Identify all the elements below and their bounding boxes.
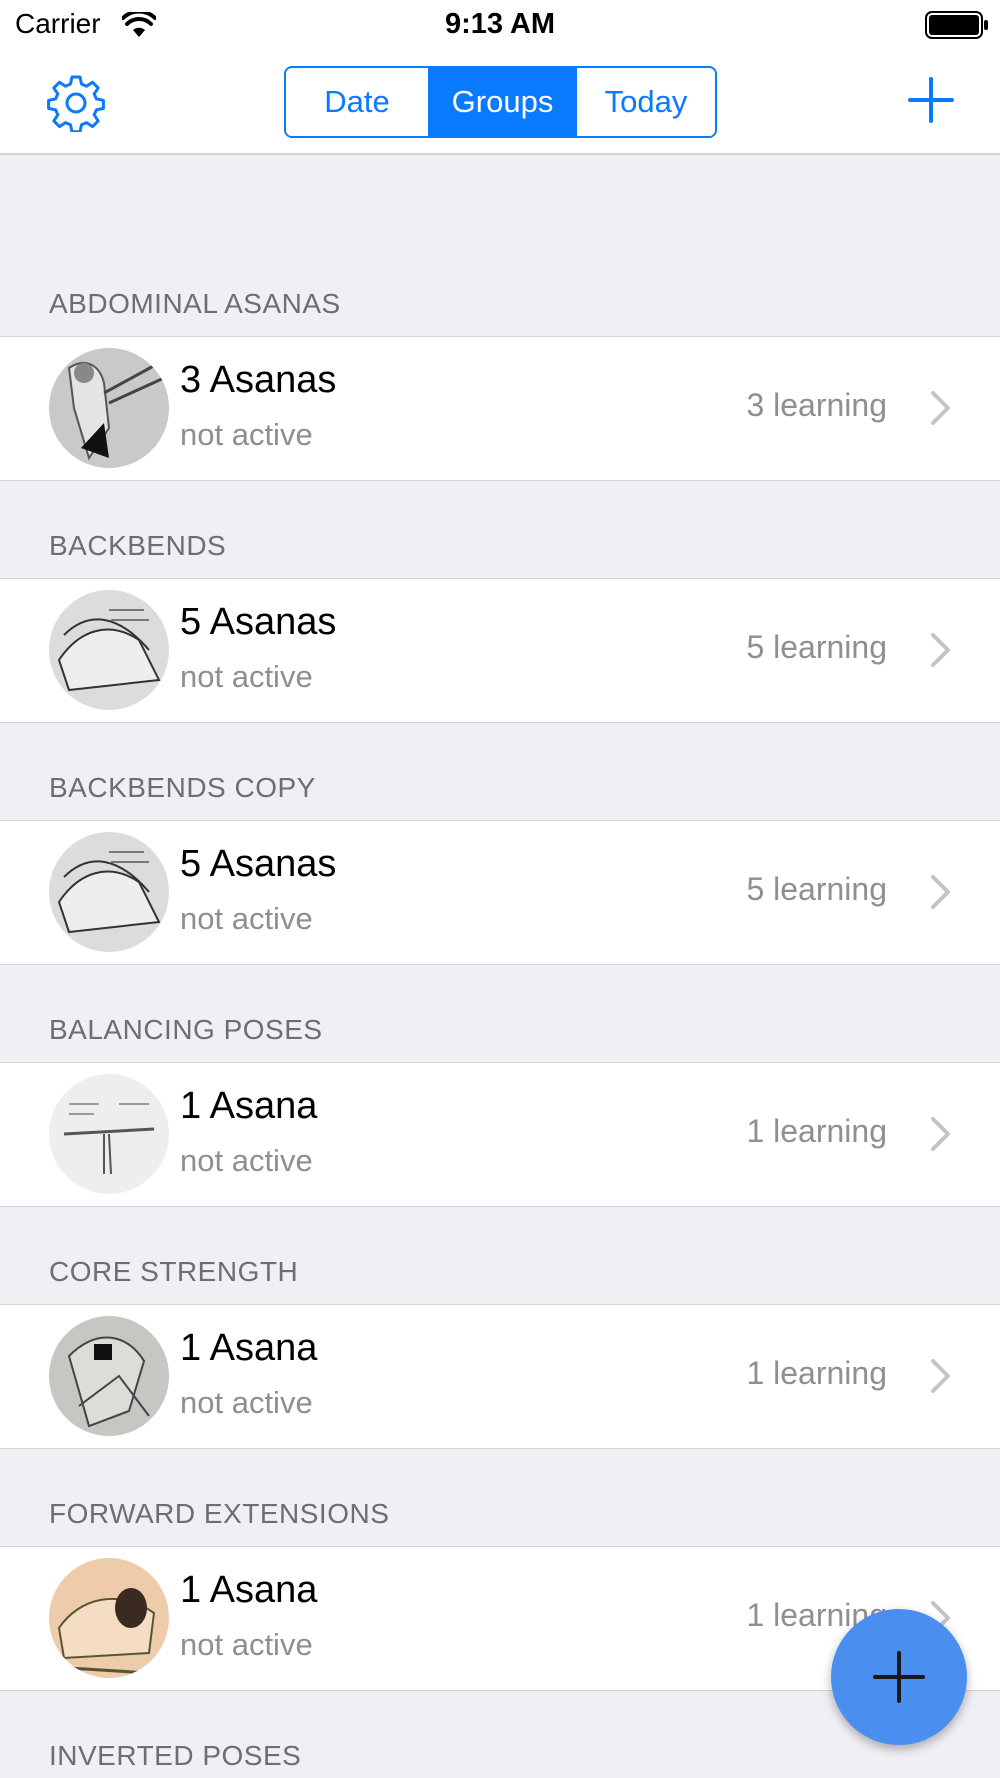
section-title: INVERTED POSES — [49, 1740, 302, 1771]
group-status: not active — [180, 1385, 313, 1420]
group-thumbnail — [49, 1558, 169, 1678]
group-title: 5 Asanas — [180, 843, 337, 885]
section-title: ABDOMINAL ASANAS — [49, 288, 341, 319]
chevron-right-icon — [931, 391, 950, 425]
segment-date[interactable]: Date — [286, 68, 428, 136]
gear-icon[interactable] — [47, 74, 105, 132]
group-title: 3 Asanas — [180, 359, 337, 401]
group-title: 1 Asana — [180, 1085, 318, 1127]
segment-groups[interactable]: Groups — [428, 68, 575, 136]
group-title: 1 Asana — [180, 1327, 318, 1369]
group-title: 1 Asana — [180, 1569, 318, 1611]
group-row[interactable]: 5 Asanas not active 5 learning — [0, 820, 1000, 965]
group-thumbnail — [49, 590, 169, 710]
section-title: CORE STRENGTH — [49, 1256, 299, 1287]
group-status: not active — [180, 659, 313, 694]
section-header: BACKBENDS — [0, 481, 1000, 578]
chevron-right-icon — [931, 1359, 950, 1393]
group-status: not active — [180, 1143, 313, 1178]
group-thumbnail — [49, 348, 169, 468]
group-row[interactable]: 3 Asanas not active 3 learning — [0, 336, 1000, 481]
group-thumbnail — [49, 1316, 169, 1436]
group-row[interactable]: 5 Asanas not active 5 learning — [0, 578, 1000, 723]
clock: 9:13 AM — [444, 8, 556, 40]
chevron-right-icon — [931, 1117, 950, 1151]
chevron-right-icon — [931, 633, 950, 667]
group-title: 5 Asanas — [180, 601, 337, 643]
group-status: not active — [180, 417, 313, 452]
plus-icon[interactable] — [907, 76, 955, 124]
add-floating-button[interactable] — [831, 1609, 967, 1745]
group-list: ABDOMINAL ASANAS 3 Asanas not active 3 l… — [0, 155, 1000, 1778]
learning-count: 5 learning — [746, 871, 887, 907]
chevron-right-icon — [931, 875, 950, 909]
section-title: FORWARD EXTENSIONS — [49, 1498, 390, 1529]
section-header: CORE STRENGTH — [0, 1207, 1000, 1304]
group-row[interactable]: 1 Asana not active 1 learning — [0, 1304, 1000, 1449]
section-title: BACKBENDS — [49, 530, 227, 561]
section-header: ABDOMINAL ASANAS — [0, 155, 1000, 336]
battery-icon — [925, 11, 988, 39]
group-status: not active — [180, 1627, 313, 1662]
group-status: not active — [180, 901, 313, 936]
group-thumbnail — [49, 1074, 169, 1194]
learning-count: 5 learning — [746, 629, 887, 665]
group-thumbnail — [49, 832, 169, 952]
status-bar: Carrier 9:13 AM — [0, 0, 1000, 52]
learning-count: 3 learning — [746, 387, 887, 423]
section-header: BACKBENDS COPY — [0, 723, 1000, 820]
section-header: BALANCING POSES — [0, 965, 1000, 1062]
plus-icon — [873, 1651, 925, 1703]
view-mode-segmented-control: Date Groups Today — [284, 66, 717, 138]
section-title: BACKBENDS COPY — [49, 772, 316, 803]
screen: Carrier 9:13 AM Date Groups Today ABDOMI… — [0, 0, 1000, 1778]
group-row[interactable]: 1 Asana not active 1 learning — [0, 1062, 1000, 1207]
learning-count: 1 learning — [746, 1355, 887, 1391]
segment-today[interactable]: Today — [575, 68, 715, 136]
section-title: BALANCING POSES — [49, 1014, 323, 1045]
learning-count: 1 learning — [746, 1113, 887, 1149]
navigation-bar: Date Groups Today — [0, 52, 1000, 155]
section-header: FORWARD EXTENSIONS — [0, 1449, 1000, 1546]
